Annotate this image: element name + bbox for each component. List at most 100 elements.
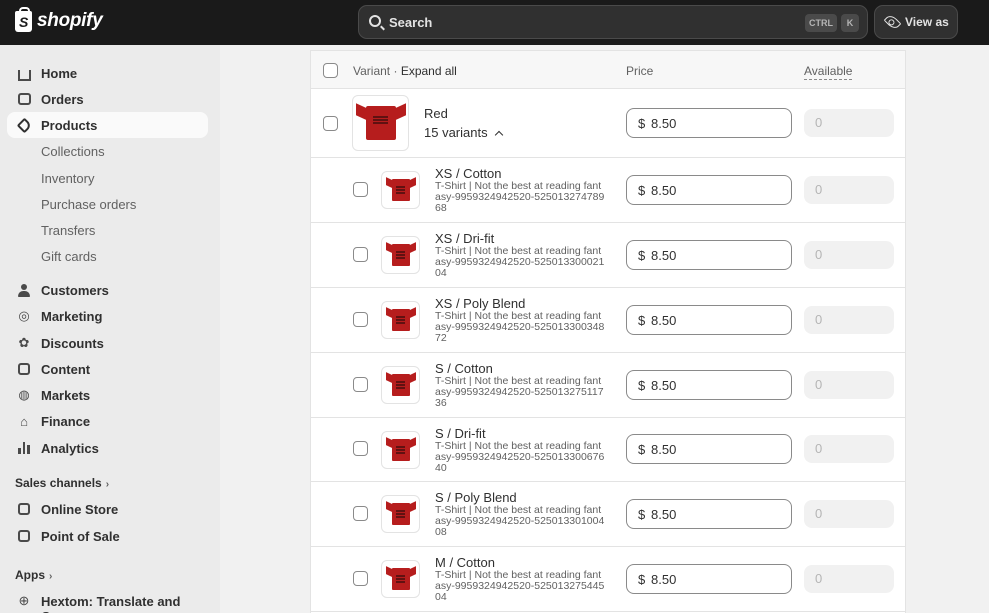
row-checkbox[interactable] [353, 247, 368, 262]
price-input[interactable]: $ 8.50 [626, 240, 792, 270]
row-checkbox[interactable] [353, 571, 368, 586]
available-input: 0 [804, 565, 894, 593]
available-input: 0 [804, 306, 894, 334]
price-input[interactable]: $ 8.50 [626, 175, 792, 205]
sidebar-item-products[interactable]: Products [7, 112, 208, 138]
row-checkbox[interactable] [353, 312, 368, 327]
variant-name: XS / Cotton [435, 166, 502, 181]
logo-text: shopify [37, 10, 103, 31]
variant-row[interactable]: XS / Dri-fit T-Shirt | Not the best at r… [311, 223, 905, 288]
price-value: 8.50 [651, 313, 677, 328]
variant-sku: T-Shirt | Not the best at reading fantas… [435, 310, 605, 344]
variant-group-row[interactable]: Red 15 variants $ 8.50 0 [311, 89, 905, 158]
expand-all-link[interactable]: Expand all [401, 64, 457, 78]
globe-icon: ◍ [18, 387, 30, 402]
search-bar[interactable]: Search CTRL K [358, 5, 868, 39]
sidebar-item-discounts[interactable]: ✿ Discounts [7, 330, 208, 356]
variant-sku: T-Shirt | Not the best at reading fantas… [435, 504, 605, 538]
variant-row[interactable]: XS / Cotton T-Shirt | Not the best at re… [311, 158, 905, 223]
available-value: 0 [815, 571, 823, 586]
sidebar-item-customers[interactable]: Customers [7, 277, 208, 303]
chevron-up-icon [494, 130, 503, 140]
price-input[interactable]: $ 8.50 [626, 499, 792, 529]
price-currency: $ [638, 507, 646, 522]
sidebar-item-purchase-orders[interactable]: Purchase orders [7, 191, 208, 217]
price-currency: $ [638, 183, 646, 198]
store-icon [17, 502, 31, 516]
sidebar-item-label: Online Store [41, 502, 119, 517]
shopify-logo[interactable]: S shopify [15, 6, 103, 32]
available-input: 0 [804, 176, 894, 204]
view-as-button[interactable]: View as [874, 5, 958, 39]
sidebar-item-content[interactable]: Content [7, 356, 208, 382]
available-input: 0 [804, 500, 894, 528]
sidebar-item-label: Customers [41, 283, 109, 298]
sidebar-item-collections[interactable]: Collections [7, 138, 208, 164]
price-value: 8.50 [651, 442, 677, 457]
variant-thumbnail [381, 301, 420, 339]
price-currency: $ [638, 378, 646, 393]
variant-sku: T-Shirt | Not the best at reading fantas… [435, 375, 604, 409]
price-input[interactable]: $ 8.50 [626, 434, 792, 464]
apps-heading[interactable]: Apps › [15, 568, 52, 582]
sidebar-item-hextom[interactable]: ⊕ Hextom: Translate and Cu... [7, 588, 208, 613]
sidebar-item-online-store[interactable]: Online Store [7, 496, 208, 522]
sidebar-item-label: Hextom: Translate and Cu... [41, 594, 181, 613]
price-input[interactable]: $ 8.50 [626, 564, 792, 594]
sidebar-item-label: Content [41, 362, 91, 377]
sidebar-item-label: Orders [41, 92, 84, 107]
row-checkbox[interactable] [353, 441, 368, 456]
row-checkbox[interactable] [323, 116, 338, 131]
sidebar-item-point-of-sale[interactable]: Point of Sale [7, 523, 208, 549]
available-input: 0 [804, 109, 894, 137]
variant-row[interactable]: M / Cotton T-Shirt | Not the best at rea… [311, 547, 905, 612]
header-available[interactable]: Available [804, 64, 853, 80]
group-variant-count[interactable]: 15 variants [424, 125, 503, 140]
price-value: 8.50 [651, 116, 677, 131]
variant-row[interactable]: S / Dri-fit T-Shirt | Not the best at re… [311, 418, 905, 482]
sidebar-item-analytics[interactable]: Analytics [7, 435, 208, 461]
row-checkbox[interactable] [353, 377, 368, 392]
row-checkbox[interactable] [353, 182, 368, 197]
tshirt-image [391, 309, 410, 331]
select-all-checkbox[interactable] [323, 63, 338, 78]
price-value: 8.50 [651, 183, 677, 198]
available-input: 0 [804, 435, 894, 463]
sidebar-item-finance[interactable]: ⌂ Finance [7, 408, 208, 434]
inbox-icon [17, 92, 31, 106]
price-currency: $ [638, 313, 646, 328]
sidebar-item-orders[interactable]: Orders [7, 86, 208, 112]
sidebar-item-marketing[interactable]: ◎ Marketing [7, 303, 208, 329]
price-input[interactable]: $ 8.50 [626, 108, 792, 138]
sidebar-item-label: Gift cards [41, 249, 97, 264]
variant-name: XS / Dri-fit [435, 231, 495, 246]
header-variant: Variant · Expand all [353, 64, 457, 78]
sidebar-item-label: Products [41, 118, 98, 133]
sidebar-item-markets[interactable]: ◍ Markets [7, 382, 208, 408]
price-input[interactable]: $ 8.50 [626, 370, 792, 400]
tshirt-image [391, 374, 410, 396]
sidebar-item-transfers[interactable]: Transfers [7, 217, 208, 243]
table-header: Variant · Expand all Price Available [311, 51, 905, 89]
header-variant-label: Variant [353, 64, 391, 78]
row-checkbox[interactable] [353, 506, 368, 521]
variant-row[interactable]: XS / Poly Blend T-Shirt | Not the best a… [311, 288, 905, 353]
tag-icon [16, 117, 32, 133]
available-value: 0 [815, 441, 823, 456]
price-input[interactable]: $ 8.50 [626, 305, 792, 335]
sidebar-item-label: Collections [41, 144, 105, 159]
sidebar: Home Orders Products Collections Invento… [0, 45, 220, 613]
shortcut-k-key: K [841, 14, 859, 32]
variant-thumbnail [381, 431, 420, 469]
sidebar-item-home[interactable]: Home [7, 60, 208, 86]
available-value: 0 [815, 115, 823, 130]
price-value: 8.50 [651, 507, 677, 522]
product-thumbnail [352, 95, 409, 151]
home-icon [17, 66, 31, 81]
sidebar-item-inventory[interactable]: Inventory [7, 165, 208, 191]
variant-thumbnail [381, 171, 420, 209]
variant-row[interactable]: S / Cotton T-Shirt | Not the best at rea… [311, 353, 905, 418]
sales-channels-heading[interactable]: Sales channels › [15, 476, 109, 490]
sidebar-item-gift-cards[interactable]: Gift cards [7, 243, 208, 269]
variant-row[interactable]: S / Poly Blend T-Shirt | Not the best at… [311, 482, 905, 547]
